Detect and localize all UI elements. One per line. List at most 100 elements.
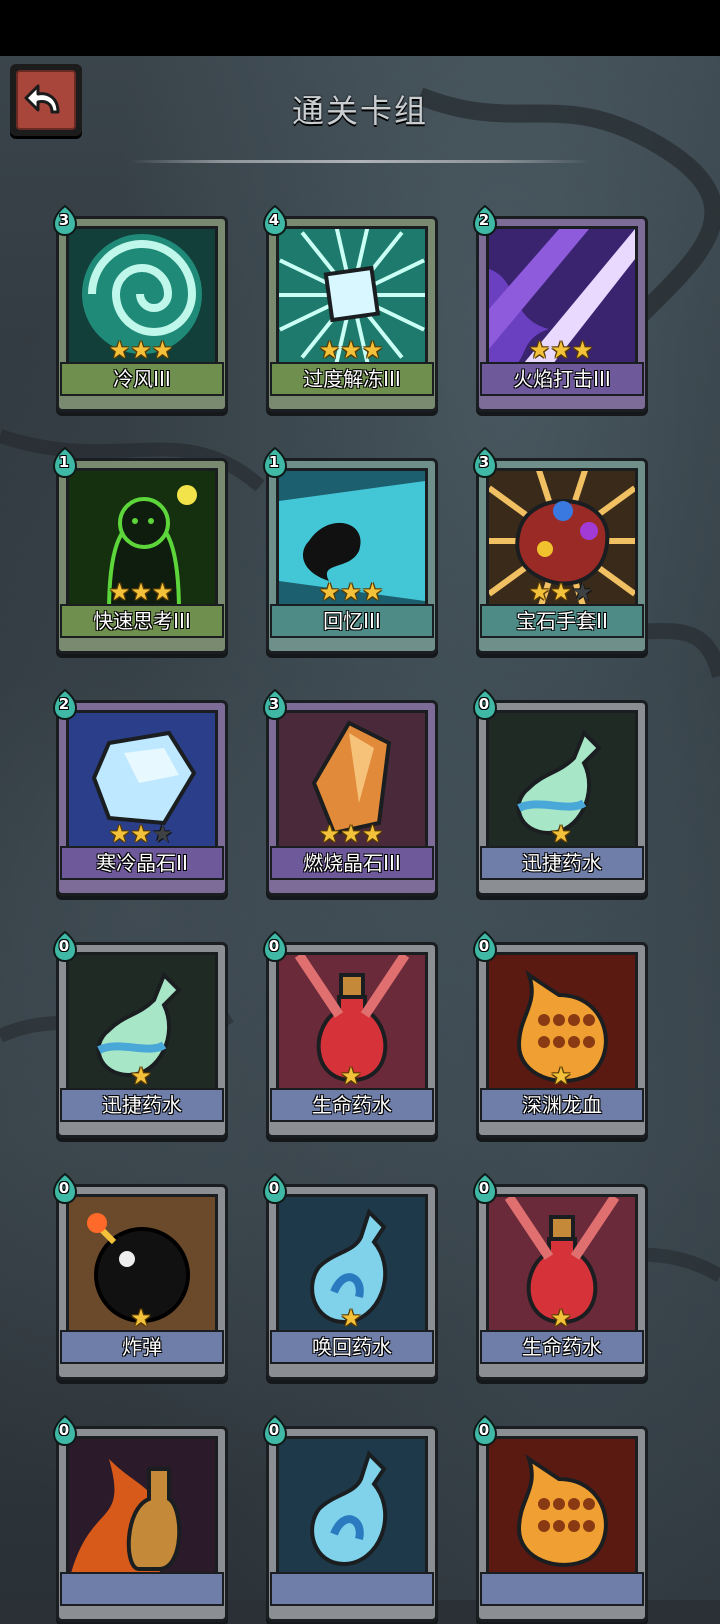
- deck-card[interactable]: ★★★ 燃烧晶石III 3: [262, 688, 440, 898]
- card-star-rating: ★★★: [472, 580, 650, 604]
- mana-cost-value: 2: [478, 211, 490, 229]
- mana-cost-value: 0: [268, 937, 280, 955]
- card-name: 回忆III: [270, 604, 434, 638]
- mana-cost-value: 0: [268, 1421, 280, 1439]
- card-name: [60, 1572, 224, 1606]
- mana-cost-badge: 3: [262, 688, 288, 721]
- star-filled-icon: ★: [340, 1062, 362, 1090]
- deck-card[interactable]: ★★★ 冷风III 3: [52, 204, 230, 414]
- star-filled-icon: ★: [130, 336, 152, 364]
- deck-card[interactable]: ★★★ 回忆III 1: [262, 446, 440, 656]
- star-filled-icon: ★: [151, 336, 174, 364]
- star-filled-icon: ★: [550, 578, 572, 606]
- star-filled-icon: ★: [550, 1062, 572, 1090]
- card-name: 迅捷药水: [60, 1088, 224, 1122]
- star-filled-icon: ★: [340, 336, 362, 364]
- card-star-rating: ★★★: [472, 338, 650, 362]
- deck-card[interactable]: 0: [262, 1414, 440, 1624]
- card-name: 过度解冻III: [270, 362, 434, 396]
- deck-card[interactable]: ★ 迅捷药水 0: [472, 688, 650, 898]
- deck-card[interactable]: 0: [472, 1414, 650, 1624]
- card-name: 火焰打击III: [480, 362, 644, 396]
- mana-cost-badge: 3: [472, 446, 498, 479]
- card-star-rating: ★★★: [52, 338, 230, 362]
- page-title: 通关卡组: [291, 92, 428, 130]
- mana-cost-value: 2: [58, 695, 70, 713]
- mana-cost-badge: 0: [52, 930, 78, 963]
- star-filled-icon: ★: [108, 578, 131, 606]
- star-filled-icon: ★: [361, 578, 384, 606]
- card-star-rating: ★: [472, 822, 650, 846]
- mana-cost-badge: 0: [472, 1414, 498, 1447]
- mana-cost-value: 4: [268, 211, 280, 229]
- mana-cost-value: 0: [478, 695, 490, 713]
- star-empty-icon: ★: [151, 820, 174, 848]
- deck-card[interactable]: ★ 生命药水 0: [262, 930, 440, 1140]
- mana-cost-value: 0: [58, 1179, 70, 1197]
- recall-potion-icon: [276, 1436, 428, 1584]
- card-star-rating: ★: [472, 1306, 650, 1330]
- mana-cost-badge: 0: [52, 1172, 78, 1205]
- star-empty-icon: ★: [571, 578, 594, 606]
- deck-card[interactable]: ★ 迅捷药水 0: [52, 930, 230, 1140]
- star-filled-icon: ★: [361, 336, 384, 364]
- mana-cost-badge: 0: [472, 688, 498, 721]
- abyss-dragon-blood-icon: [486, 1436, 638, 1584]
- star-filled-icon: ★: [571, 336, 594, 364]
- deck-card[interactable]: ★ 深渊龙血 0: [472, 930, 650, 1140]
- mana-cost-value: 0: [268, 1179, 280, 1197]
- deck-card[interactable]: ★ 唤回药水 0: [262, 1172, 440, 1382]
- star-filled-icon: ★: [108, 820, 131, 848]
- mana-cost-badge: 0: [472, 930, 498, 963]
- mana-cost-value: 1: [58, 453, 70, 471]
- card-name: 宝石手套II: [480, 604, 644, 638]
- card-name: 燃烧晶石III: [270, 846, 434, 880]
- card-star-rating: ★★★: [262, 338, 440, 362]
- star-filled-icon: ★: [130, 578, 152, 606]
- star-filled-icon: ★: [340, 1304, 362, 1332]
- mana-cost-value: 0: [58, 937, 70, 955]
- mana-cost-value: 0: [478, 937, 490, 955]
- star-filled-icon: ★: [130, 1062, 152, 1090]
- card-star-rating: ★★★: [52, 822, 230, 846]
- title-divider: [130, 160, 590, 163]
- card-star-rating: ★★★: [52, 580, 230, 604]
- card-name: [480, 1572, 644, 1606]
- card-name: 深渊龙血: [480, 1088, 644, 1122]
- card-name: [270, 1572, 434, 1606]
- mana-cost-value: 0: [58, 1421, 70, 1439]
- star-filled-icon: ★: [130, 820, 152, 848]
- card-star-rating: ★★★: [262, 822, 440, 846]
- deck-card[interactable]: ★★★ 火焰打击III 2: [472, 204, 650, 414]
- card-name: 炸弹: [60, 1330, 224, 1364]
- mana-cost-badge: 2: [472, 204, 498, 237]
- mana-cost-badge: 2: [52, 688, 78, 721]
- star-filled-icon: ★: [340, 578, 362, 606]
- deck-card[interactable]: 0: [52, 1414, 230, 1624]
- status-bar: [0, 0, 720, 56]
- deck-card[interactable]: ★★★ 快速思考III 1: [52, 446, 230, 656]
- deck-card[interactable]: ★★★ 过度解冻III 4: [262, 204, 440, 414]
- deck-card[interactable]: ★ 炸弹 0: [52, 1172, 230, 1382]
- mana-cost-badge: 0: [262, 930, 288, 963]
- mana-cost-badge: 1: [262, 446, 288, 479]
- star-filled-icon: ★: [108, 336, 131, 364]
- mana-cost-badge: 0: [472, 1172, 498, 1205]
- star-filled-icon: ★: [550, 336, 572, 364]
- mana-cost-badge: 3: [52, 204, 78, 237]
- card-star-rating: ★: [262, 1064, 440, 1088]
- deck-card[interactable]: ★★★ 宝石手套II 3: [472, 446, 650, 656]
- star-filled-icon: ★: [528, 578, 551, 606]
- deck-card[interactable]: ★★★ 寒冷晶石II 2: [52, 688, 230, 898]
- card-name: 唤回药水: [270, 1330, 434, 1364]
- deck-card[interactable]: ★ 生命药水 0: [472, 1172, 650, 1382]
- card-name: 冷风III: [60, 362, 224, 396]
- card-name: 生命药水: [480, 1330, 644, 1364]
- card-star-rating: ★: [262, 1306, 440, 1330]
- star-filled-icon: ★: [361, 820, 384, 848]
- mana-cost-badge: 1: [52, 446, 78, 479]
- star-filled-icon: ★: [318, 578, 341, 606]
- mana-cost-value: 0: [478, 1421, 490, 1439]
- star-filled-icon: ★: [340, 820, 362, 848]
- star-filled-icon: ★: [528, 336, 551, 364]
